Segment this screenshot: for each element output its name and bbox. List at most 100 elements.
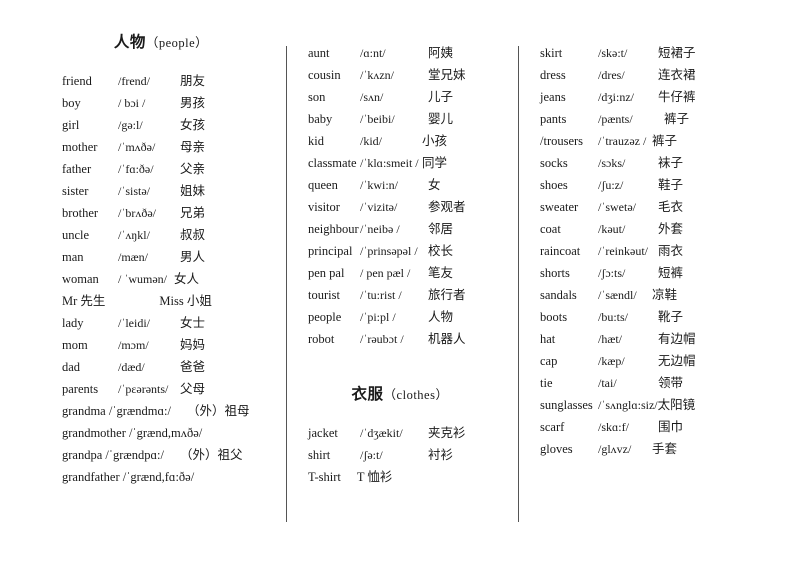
entry-word: uncle <box>62 228 90 242</box>
entry-phonetic: /hæt/ <box>598 332 623 346</box>
section-title-en: （clothes） <box>383 388 449 402</box>
entry-translation: 裤子 <box>652 134 678 148</box>
entry-translation: 男人 <box>180 250 206 264</box>
vocab-entry: pants/pænts/裤子 <box>540 112 800 134</box>
entry-phonetic: /ˈsʌnglɑ:siz/ <box>598 398 658 412</box>
vocab-entry: sweater/ˈswetə/毛衣 <box>540 200 800 222</box>
vocab-entry: aunt/ɑ:nt/阿姨 <box>308 46 518 68</box>
entry-translation: 人物 <box>428 310 454 324</box>
vocab-entry: man/mæn/男人 <box>62 250 286 272</box>
entry-translation: 堂兄妹 <box>428 68 466 82</box>
entry-phonetic: /ʃə:t/ <box>360 448 383 462</box>
vocab-entry: visitor/ˈvizitə/参观者 <box>308 200 518 222</box>
entry-translation: 男孩 <box>180 96 206 110</box>
section-clothes: 衣服（clothes） jacket/ˈdʒækit/夹克衫 shirt/ʃə:… <box>308 382 518 492</box>
column-people-continued: aunt/ɑ:nt/阿姨 cousin/ˈkʌzn/堂兄妹 son/sʌn/儿子… <box>286 30 518 522</box>
entry-phonetic: /ˈvizitə/ <box>360 200 398 214</box>
entry-phonetic: / ˈwumən/ <box>118 272 167 286</box>
vocab-entry: Mr 先生 Miss 小姐 <box>62 294 286 316</box>
entry-translation: 无边帽 <box>658 354 696 368</box>
vocab-entry: lady/ˈleidi/女士 <box>62 316 286 338</box>
entry-translation: 有边帽 <box>658 332 696 346</box>
vocab-entry: tie/tai/领带 <box>540 376 800 398</box>
document-page: 人物（people） friend/frend/朋友 boy / bɔi / 男孩 … <box>0 0 800 566</box>
entry-word: pen pal <box>308 266 345 280</box>
vocab-entry: jeans/dʒi:nz/牛仔裤 <box>540 90 800 112</box>
vocab-entry: grandmother /ˈgrænd,mʌðə/ <box>62 426 286 448</box>
entry-phonetic: /bu:ts/ <box>598 310 629 324</box>
section-title-cn: 人物 <box>113 34 146 51</box>
entry-word: socks <box>540 156 568 170</box>
vocab-entry: shirt/ʃə:t/衬衫 <box>308 448 518 470</box>
vocab-entry: sandals/ˈsændl/凉鞋 <box>540 288 800 310</box>
entry-word: dress <box>540 68 566 82</box>
column-people: 人物（people） friend/frend/朋友 boy / bɔi / 男孩 … <box>0 30 286 492</box>
entry-translation: 毛衣 <box>658 200 684 214</box>
entry-word: people <box>308 310 342 324</box>
entry-phonetic: /ˈleidi/ <box>118 316 150 330</box>
section-title-en: （people） <box>145 36 209 50</box>
vocab-entry: uncle/ˈʌŋkl/叔叔 <box>62 228 286 250</box>
entry-phonetic: /ˈbrʌðə/ <box>118 206 156 220</box>
entry-phonetic: /dʒi:nz/ <box>598 90 634 104</box>
vocab-entry: friend/frend/朋友 <box>62 74 286 96</box>
entry-phonetic: /mɔm/ <box>118 338 149 352</box>
vocab-entry: queen/ˈkwi:n/女 <box>308 178 518 200</box>
entry-word: hat <box>540 332 556 346</box>
entry-word: tourist <box>308 288 340 302</box>
entry-word: skirt <box>540 46 563 60</box>
entry-phonetic: /ˈtrauzəz / <box>598 134 647 148</box>
entry-translation: 裤子 <box>664 112 690 126</box>
vocab-entry: dress/dres/连衣裙 <box>540 68 800 90</box>
entry-translation: Miss 小姐 <box>159 294 212 308</box>
entry-word: principal <box>308 244 353 258</box>
entry-translation: 爸爸 <box>180 360 206 374</box>
entry-phonetic: /ˈneibə / <box>360 222 400 236</box>
entry-word: neighbour <box>308 222 359 236</box>
entry-word: sweater <box>540 200 579 214</box>
entry-word: mother <box>62 140 98 154</box>
entry-translation: 校长 <box>428 244 454 258</box>
vocab-entry: boy / bɔi / 男孩 <box>62 96 286 118</box>
entry-translation: 短裙子 <box>658 46 696 60</box>
entry-list-people-continued: aunt/ɑ:nt/阿姨 cousin/ˈkʌzn/堂兄妹 son/sʌn/儿子… <box>308 46 518 354</box>
entry-translation: 小孩 <box>422 134 448 148</box>
section-title-clothes: 衣服（clothes） <box>308 382 518 404</box>
vocab-entry: mom/mɔm/妈妈 <box>62 338 286 360</box>
vocab-entry: /trousers/ˈtrauzəz / 裤子 <box>540 134 800 156</box>
vocab-entry: woman / ˈwumən/女人 <box>62 272 286 294</box>
vocab-entry: socks/sɔks/袜子 <box>540 156 800 178</box>
entry-translation: 短裤 <box>658 266 684 280</box>
vocab-entry: gloves/glʌvz/手套 <box>540 442 800 464</box>
vocab-entry: cousin/ˈkʌzn/堂兄妹 <box>308 68 518 90</box>
entry-word: grandfather /ˈgrænd,fɑ:ðə/ <box>62 470 195 484</box>
entry-word: lady <box>62 316 84 330</box>
entry-word: queen <box>308 178 338 192</box>
entry-word: /trousers <box>540 134 584 148</box>
entry-word: baby <box>308 112 333 126</box>
entry-translation: 连衣裙 <box>658 68 696 82</box>
vocab-entry: dad/dæd/爸爸 <box>62 360 286 382</box>
entry-word: sunglasses <box>540 398 593 412</box>
entry-translation: 姐妹 <box>180 184 206 198</box>
entry-translation: 夹克衫 <box>428 426 466 440</box>
entry-phonetic: /ˈprinsəpəl / <box>360 244 418 258</box>
entry-translation: 女士 <box>180 316 206 330</box>
entry-translation: 婴儿 <box>428 112 454 126</box>
entry-phonetic: /ˈpɛərənts/ <box>118 382 169 396</box>
vocab-entry: cap/kæp/无边帽 <box>540 354 800 376</box>
entry-word: grandpa /ˈgrændpɑ:/ <box>62 448 165 462</box>
entry-phonetic: /ˈbeibi/ <box>360 112 395 126</box>
entry-word: tie <box>540 376 553 390</box>
entry-translation: （外）祖父 <box>180 448 243 462</box>
entry-phonetic: /ˈklɑ:smeit / <box>360 156 419 170</box>
entry-phonetic: /kid/ <box>360 134 383 148</box>
entry-translation: 女 <box>428 178 441 192</box>
vocab-entry: people/ˈpi:pl / 人物 <box>308 310 518 332</box>
entry-translation: 阿姨 <box>428 46 454 60</box>
vocab-entry: tourist/ˈtu:rist / 旅行者 <box>308 288 518 310</box>
vocab-entry: shorts/ʃɔ:ts/短裤 <box>540 266 800 288</box>
vocab-entry: principal/ˈprinsəpəl / 校长 <box>308 244 518 266</box>
entry-word: father <box>62 162 92 176</box>
entry-word: mom <box>62 338 88 352</box>
